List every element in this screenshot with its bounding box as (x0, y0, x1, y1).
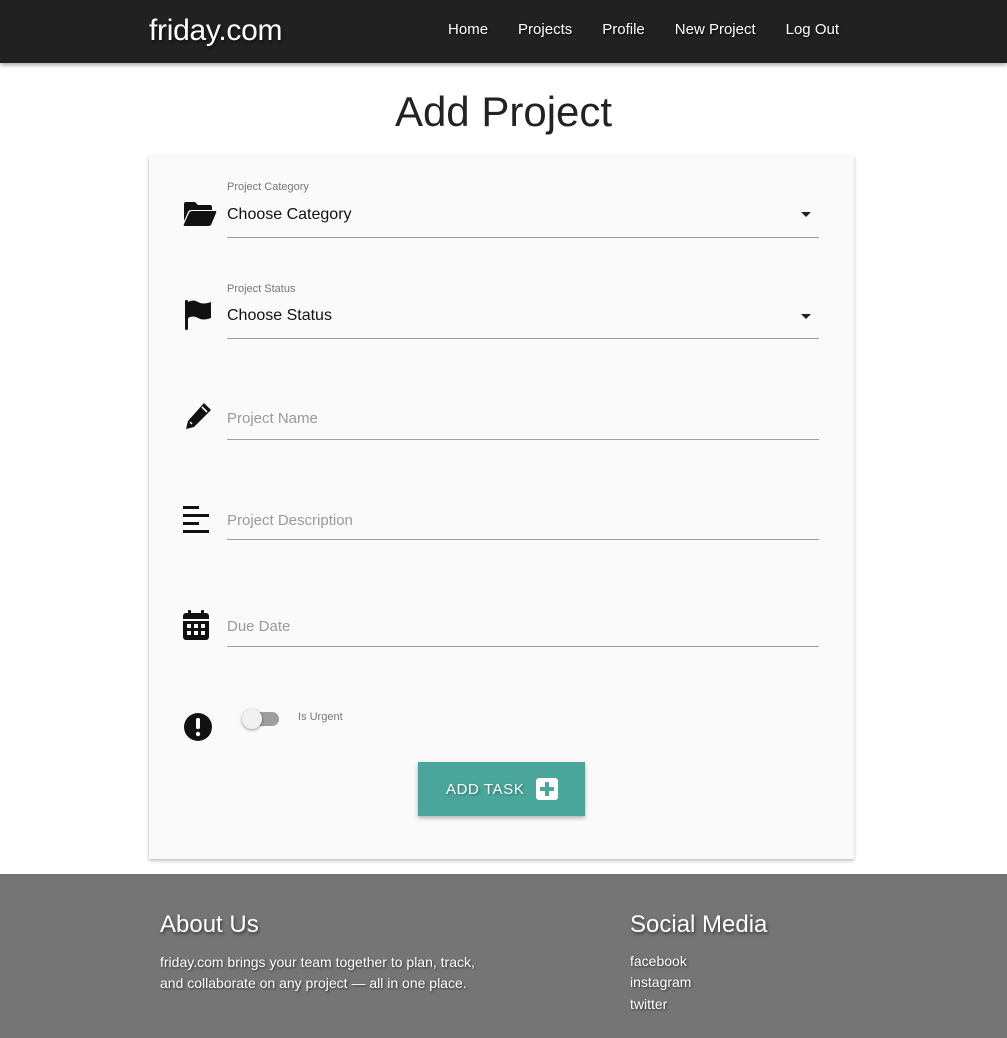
is-urgent-toggle-knob[interactable] (242, 709, 262, 729)
project-status-value: Choose Status (227, 307, 332, 324)
folder-open-icon (183, 199, 217, 229)
flag-icon (183, 299, 215, 331)
nav-link-projects[interactable]: Projects (518, 21, 572, 38)
project-category-value: Choose Category (227, 206, 352, 223)
project-name-underline (227, 439, 819, 440)
footer: About Us friday.com brings your team tog… (0, 874, 1007, 1038)
about-us-text-line-2: and collaborate on any project — all in … (160, 975, 467, 991)
pencil-icon (183, 401, 213, 431)
social-link-twitter[interactable]: twitter (630, 996, 667, 1012)
project-status-select[interactable]: Project Status Choose Status (149, 255, 854, 345)
add-project-form-card: Project Category Choose Category Project… (149, 155, 854, 859)
add-task-button-label: ADD TASK (446, 781, 525, 798)
project-description-placeholder: Project Description (227, 512, 353, 529)
nav-link-new-project[interactable]: New Project (675, 21, 756, 38)
project-category-select[interactable]: Project Category Choose Category (149, 155, 854, 245)
project-name-input[interactable]: Project Name (149, 355, 854, 445)
project-name-placeholder: Project Name (227, 410, 318, 427)
due-date-placeholder: Due Date (227, 618, 291, 635)
due-date-underline (227, 646, 819, 647)
align-left-icon (183, 505, 211, 533)
page-title: Add Project (394, 88, 613, 135)
project-category-underline (227, 237, 819, 238)
social-link-instagram[interactable]: instagram (630, 974, 691, 990)
chevron-down-icon (801, 212, 811, 217)
chevron-down-icon (801, 314, 811, 319)
nav-links: Home Projects Profile New Project Log Ou… (418, 21, 839, 38)
social-media-heading: Social Media (630, 911, 768, 938)
project-status-underline (227, 338, 819, 339)
about-us-heading: About Us (160, 911, 259, 938)
project-description-underline (227, 539, 819, 540)
nav-link-log-out[interactable]: Log Out (786, 21, 839, 38)
project-status-label: Project Status (227, 283, 296, 295)
nav-link-profile[interactable]: Profile (602, 21, 645, 38)
is-urgent-label: Is Urgent (298, 711, 343, 723)
plus-square-icon (536, 778, 558, 800)
brand-logo-link[interactable]: friday.com (149, 14, 282, 48)
about-us-text-line-1: friday.com brings your team together to … (160, 954, 475, 970)
social-link-facebook[interactable]: facebook (630, 953, 687, 969)
exclamation-circle-icon (183, 712, 213, 742)
project-description-input[interactable]: Project Description (149, 455, 854, 545)
navbar: friday.com Home Projects Profile New Pro… (0, 0, 1007, 63)
due-date-input[interactable]: Due Date (149, 555, 854, 655)
add-task-button[interactable]: ADD TASK (418, 762, 585, 816)
nav-link-home[interactable]: Home (448, 21, 488, 38)
calendar-icon (183, 610, 209, 640)
project-category-label: Project Category (227, 181, 309, 193)
